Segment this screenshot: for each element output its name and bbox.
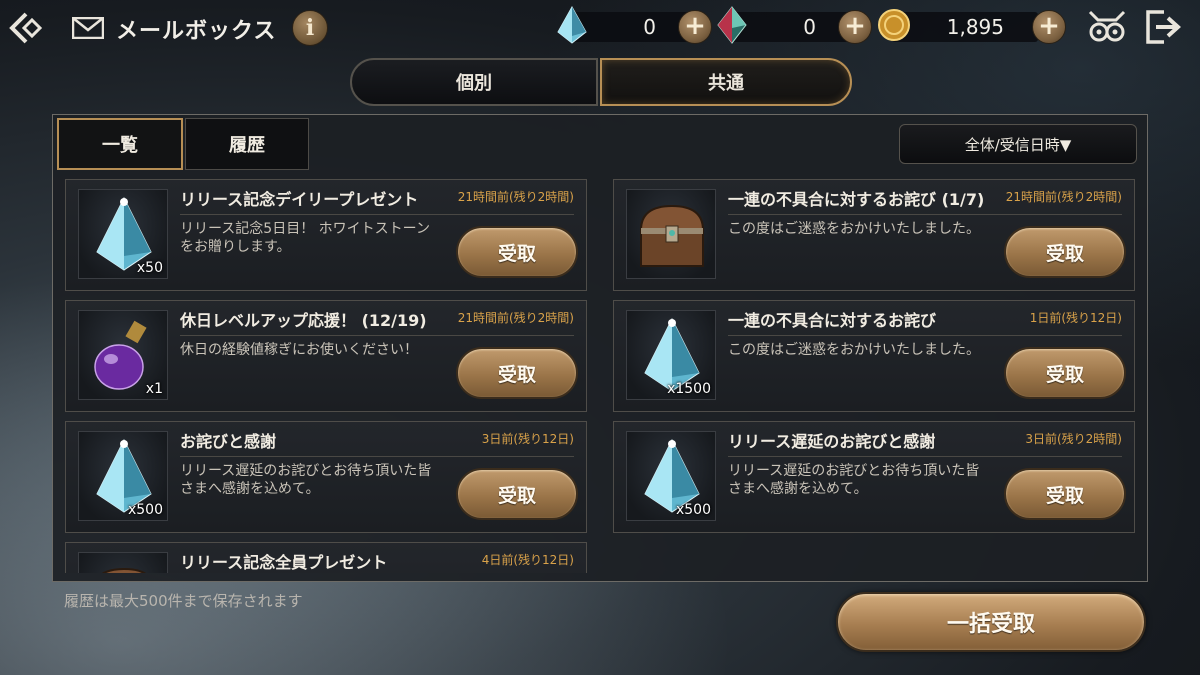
claim-all-button[interactable]: 一括受取 (836, 592, 1146, 652)
subtab-history[interactable]: 履歴 (185, 118, 309, 170)
page-title: メールボックス (116, 19, 277, 44)
mail-title: リリース記念デイリープレゼント (180, 190, 419, 209)
claim-button[interactable]: 受取 (1004, 468, 1126, 520)
gold-count: 1,895 (946, 15, 1004, 39)
reward-thumbnail: x500 (626, 431, 716, 521)
mail-item: x50 リリース記念デイリープレゼント 21時間前(残り2時間) リリース記念5… (65, 179, 587, 291)
reward-quantity: x1 (145, 381, 163, 397)
reward-thumbnail (626, 189, 716, 279)
treasure-chest-icon (639, 204, 705, 267)
mail-time: 1日前(残り12日) (1029, 311, 1122, 325)
divider (728, 335, 1122, 336)
back-arrow-icon (9, 12, 43, 44)
reward-thumbnail: x1 (78, 310, 168, 400)
reward-thumbnail: x500 (78, 431, 168, 521)
reward-quantity: x500 (675, 502, 711, 518)
tab-common[interactable]: 共通 (600, 58, 852, 106)
mail-time: 21時間前(残り2時間) (1005, 190, 1122, 204)
back-button[interactable] (6, 8, 48, 48)
mail-title: リリース遅延のお詫びと感謝 (728, 432, 936, 451)
reward-quantity: x1500 (667, 381, 711, 397)
white-stone-count: 0 (643, 15, 656, 39)
divider (728, 456, 1122, 457)
mail-title: 休日レベルアップ応援！ (12/19) (180, 311, 427, 330)
divider (180, 456, 574, 457)
mail-body: 休日の経験値稼ぎにお使いください！ (180, 342, 418, 358)
divider (180, 335, 574, 336)
claim-button[interactable]: 受取 (1004, 226, 1126, 278)
exit-icon[interactable] (1142, 8, 1184, 46)
mail-item: x500 リリース遅延のお詫びと感謝 3日前(残り2時間) リリース遅延のお詫び… (613, 421, 1135, 533)
mail-body: リリース遅延のお詫びとお待ち頂いた皆さまへ感謝を込めて。 (728, 463, 980, 497)
reward-quantity: x500 (127, 502, 163, 518)
add-gold-button[interactable]: + (1032, 10, 1066, 44)
treasure-chest-icon (102, 567, 146, 573)
mail-panel: 一覧 履歴 全体/受信日時▼ x50 リリース記念デイリープレゼント 21時間前… (52, 114, 1148, 582)
subtab-list[interactable]: 一覧 (57, 118, 183, 170)
mail-body: リリース遅延のお詫びとお待ち頂いた皆さまへ感謝を込めて。 (180, 463, 432, 497)
reward-quantity: x50 (136, 260, 163, 276)
mail-item: x500 お詫びと感謝 3日前(残り12日) リリース遅延のお詫びとお待ち頂いた… (65, 421, 587, 533)
tab-individual[interactable]: 個別 (350, 58, 598, 106)
mail-title: リリース記念全員プレゼント (180, 553, 388, 572)
divider (180, 214, 574, 215)
mail-item: リリース記念全員プレゼント 4日前(残り12日) (65, 542, 587, 573)
info-button[interactable]: i (292, 10, 328, 46)
mail-title: お詫びと感謝 (180, 432, 277, 451)
add-red-stone-button[interactable]: + (838, 10, 872, 44)
claim-button[interactable]: 受取 (456, 226, 578, 278)
sort-dropdown[interactable]: 全体/受信日時▼ (899, 124, 1137, 164)
owl-icon[interactable] (1086, 8, 1128, 46)
mail-title: 一連の不具合に対するお詫び (728, 311, 937, 330)
mail-icon (71, 16, 105, 40)
mail-time: 21時間前(残り2時間) (457, 311, 574, 325)
reward-thumbnail: x1500 (626, 310, 716, 400)
mail-title: 一連の不具合に対するお詫び (1/7) (728, 190, 985, 209)
divider (728, 214, 1122, 215)
mail-body: この度はご迷惑をおかけいたしました。 (728, 342, 980, 358)
mail-time: 3日前(残り2時間) (1025, 432, 1122, 446)
claim-button[interactable]: 受取 (1004, 347, 1126, 399)
reward-thumbnail (78, 552, 168, 573)
add-white-stone-button[interactable]: + (678, 10, 712, 44)
mail-time: 4日前(残り12日) (481, 553, 574, 567)
currency-gold: 1,895 + (878, 9, 1068, 44)
mail-list[interactable]: x50 リリース記念デイリープレゼント 21時間前(残り2時間) リリース記念5… (63, 177, 1139, 573)
currency-white-stone: 0 + (556, 6, 714, 44)
currency-red-stone: 0 + (716, 6, 874, 44)
mail-body: この度はご迷惑をおかけいたしました。 (728, 221, 980, 237)
red-stone-count: 0 (803, 15, 816, 39)
mail-body: リリース記念5日目！ ホワイトストーンをお贈りします。 (180, 221, 430, 255)
claim-button[interactable]: 受取 (456, 347, 578, 399)
mail-item: x1500 一連の不具合に対するお詫び 1日前(残り12日) この度はご迷惑をお… (613, 300, 1135, 412)
reward-thumbnail: x50 (78, 189, 168, 279)
mail-time: 21時間前(残り2時間) (457, 190, 574, 204)
mail-item: x1 休日レベルアップ応援！ (12/19) 21時間前(残り2時間) 休日の経… (65, 300, 587, 412)
history-note: 履歴は最大500件まで保存されます (64, 592, 303, 610)
claim-button[interactable]: 受取 (456, 468, 578, 520)
mail-item: 一連の不具合に対するお詫び (1/7) 21時間前(残り2時間) この度はご迷惑… (613, 179, 1135, 291)
mail-time: 3日前(残り12日) (481, 432, 574, 446)
